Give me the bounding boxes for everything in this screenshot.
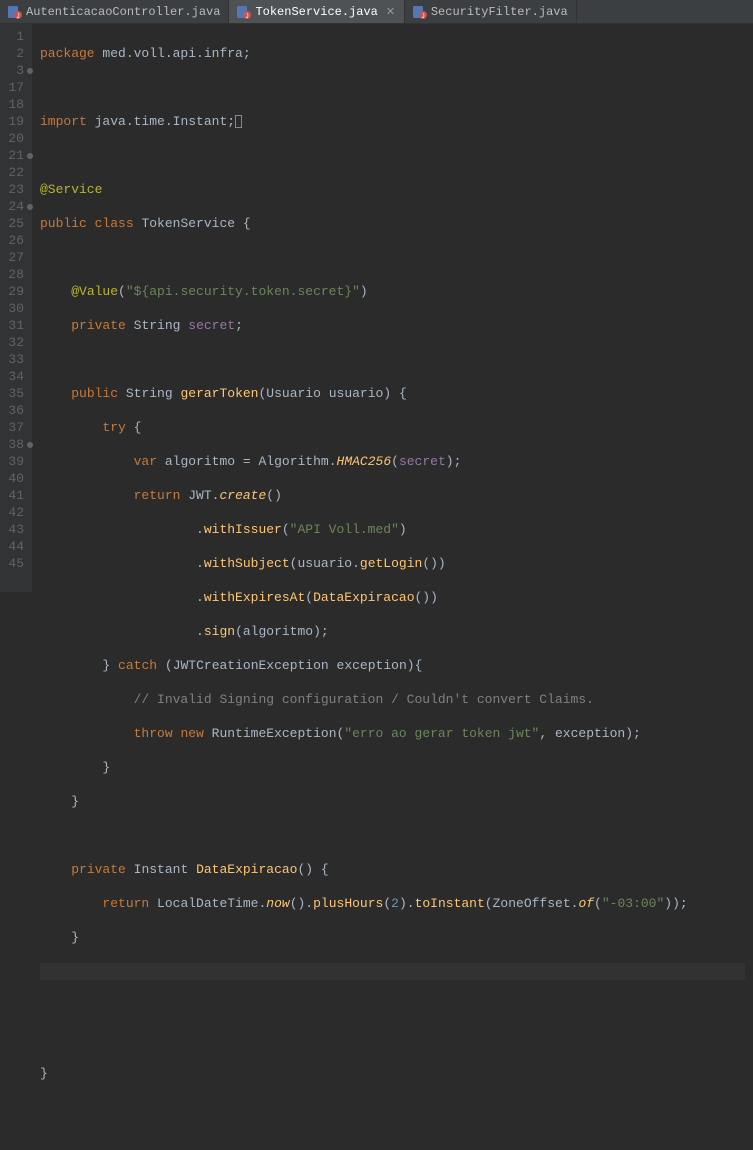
line-number: 35 bbox=[0, 385, 32, 402]
line-number: 26 bbox=[0, 232, 32, 249]
code-area[interactable]: package med.voll.api.infra; import java.… bbox=[32, 24, 753, 592]
line-number: 34 bbox=[0, 368, 32, 385]
line-number: 29 bbox=[0, 283, 32, 300]
line-number: 24 bbox=[0, 198, 32, 215]
gutter-marker-icon bbox=[27, 153, 33, 159]
line-number: 2 bbox=[0, 45, 32, 62]
line-number: 33 bbox=[0, 351, 32, 368]
tab-securityfilter[interactable]: J SecurityFilter.java bbox=[405, 0, 577, 23]
line-number: 45 bbox=[0, 555, 32, 572]
tab-label: TokenService.java bbox=[255, 5, 377, 19]
line-number: 28 bbox=[0, 266, 32, 283]
line-number: 27 bbox=[0, 249, 32, 266]
java-class-icon: J bbox=[237, 5, 251, 19]
gutter-marker-icon bbox=[27, 68, 33, 74]
line-number: 32 bbox=[0, 334, 32, 351]
line-number: 36 bbox=[0, 402, 32, 419]
line-gutter: 1231718192021222324252627282930313233343… bbox=[0, 24, 32, 592]
line-number: 1 bbox=[0, 28, 32, 45]
tab-tokenservice[interactable]: J TokenService.java ✕ bbox=[229, 0, 404, 23]
gutter-marker-icon bbox=[27, 204, 33, 210]
svg-text:J: J bbox=[421, 13, 425, 19]
line-number: 21 bbox=[0, 147, 32, 164]
line-number: 39 bbox=[0, 453, 32, 470]
line-number: 40 bbox=[0, 470, 32, 487]
line-number: 37 bbox=[0, 419, 32, 436]
line-number: 25 bbox=[0, 215, 32, 232]
svg-text:J: J bbox=[246, 13, 250, 19]
line-number: 17 bbox=[0, 79, 32, 96]
line-number: 3 bbox=[0, 62, 32, 79]
line-number: 44 bbox=[0, 538, 32, 555]
line-number: 22 bbox=[0, 164, 32, 181]
java-class-icon: J bbox=[8, 5, 22, 19]
line-number: 18 bbox=[0, 96, 32, 113]
line-number: 20 bbox=[0, 130, 32, 147]
line-number: 19 bbox=[0, 113, 32, 130]
line-number: 38 bbox=[0, 436, 32, 453]
line-number: 31 bbox=[0, 317, 32, 334]
java-class-icon: J bbox=[413, 5, 427, 19]
line-number: 41 bbox=[0, 487, 32, 504]
fold-indicator bbox=[235, 115, 242, 128]
gutter-marker-icon bbox=[27, 442, 33, 448]
line-number: 42 bbox=[0, 504, 32, 521]
line-number: 23 bbox=[0, 181, 32, 198]
line-number: 43 bbox=[0, 521, 32, 538]
code-editor[interactable]: 1231718192021222324252627282930313233343… bbox=[0, 24, 753, 592]
editor-tabs: J AutenticacaoController.java J TokenSer… bbox=[0, 0, 753, 24]
tab-label: SecurityFilter.java bbox=[431, 5, 568, 19]
line-number: 30 bbox=[0, 300, 32, 317]
close-icon[interactable]: ✕ bbox=[386, 7, 396, 17]
tab-label: AutenticacaoController.java bbox=[26, 5, 220, 19]
tab-autenticacao[interactable]: J AutenticacaoController.java bbox=[0, 0, 229, 23]
svg-text:J: J bbox=[16, 13, 20, 19]
